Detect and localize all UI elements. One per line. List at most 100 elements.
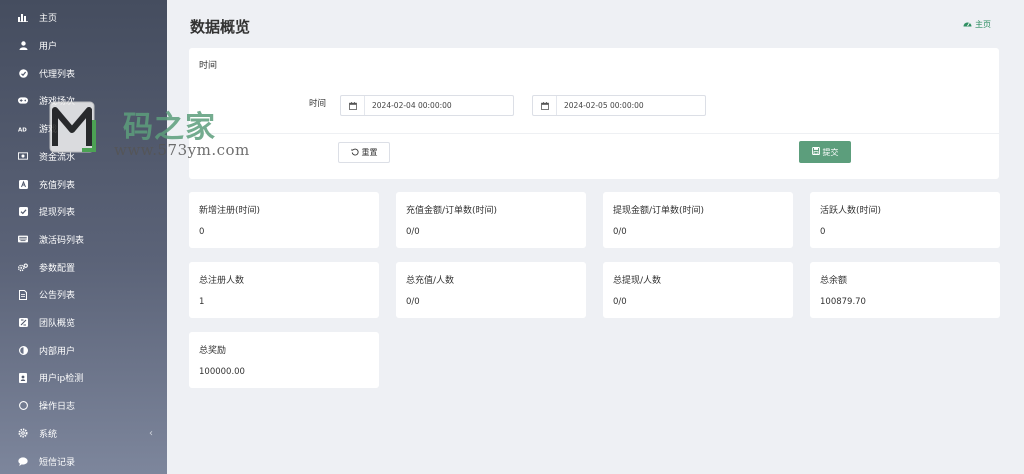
save-icon	[811, 147, 820, 157]
time-label: 时间	[309, 99, 327, 109]
stat-title: 提现金额/订单数(时间)	[613, 206, 705, 216]
dashboard-icon	[963, 20, 972, 29]
sidebar: 主页 用户 代理列表 游戏场次 AD 游戏 资金流水 充值列表 提现列表 激活码…	[0, 0, 167, 474]
calendar-icon	[533, 96, 557, 115]
stat-value: 1	[199, 297, 205, 307]
sidebar-item-user-ip-check[interactable]: 用户ip检测	[0, 364, 167, 392]
sidebar-item-withdraw-list[interactable]: 提现列表	[0, 198, 167, 226]
stat-card-total-withdraw: 总提现/人数 0/0	[603, 262, 793, 318]
bar-chart-icon	[18, 13, 28, 23]
sidebar-item-sms-records[interactable]: 短信记录	[0, 447, 167, 474]
sidebar-item-internal-users[interactable]: 内部用户	[0, 336, 167, 364]
svg-text:AD: AD	[18, 127, 27, 132]
sidebar-item-label: 参数配置	[39, 263, 76, 274]
sidebar-item-label: 主页	[39, 14, 58, 25]
sidebar-item-team-overview[interactable]: 团队概览	[0, 309, 167, 337]
filter-title: 时间	[199, 61, 218, 71]
stat-card-total-recharge: 总充值/人数 0/0	[396, 262, 586, 318]
sidebar-item-users[interactable]: 用户	[0, 32, 167, 60]
stat-title: 活跃人数(时间)	[820, 206, 882, 216]
sidebar-item-announcements[interactable]: 公告列表	[0, 281, 167, 309]
sidebar-item-label: 系统	[39, 429, 58, 440]
stat-value: 0/0	[613, 297, 627, 307]
sidebar-item-label: 激活码列表	[39, 235, 85, 246]
team-icon	[18, 318, 28, 328]
stat-card-total-balance: 总余额 100879.70	[810, 262, 1000, 318]
adjust-icon	[18, 345, 28, 355]
end-date-input[interactable]: 2024-02-05 00:00:00	[532, 95, 706, 116]
gamepad-icon	[18, 96, 28, 106]
sidebar-item-label: 提现列表	[39, 208, 76, 219]
sidebar-item-home[interactable]: 主页	[0, 4, 167, 32]
sidebar-item-label: 资金流水	[39, 152, 76, 163]
circle-icon	[18, 401, 28, 411]
start-date-value: 2024-02-04 00:00:00	[372, 101, 452, 110]
stat-card-withdraw-period: 提现金额/订单数(时间) 0/0	[603, 192, 793, 248]
sidebar-item-label: 公告列表	[39, 291, 76, 302]
sidebar-item-label: 内部用户	[39, 346, 76, 357]
sidebar-item-game-sessions[interactable]: 游戏场次	[0, 87, 167, 115]
gear-icon	[18, 428, 28, 438]
stat-title: 新增注册(时间)	[199, 206, 261, 216]
check-square-icon	[18, 207, 28, 217]
page-title: 数据概览	[190, 18, 251, 36]
stat-card-new-registrations: 新增注册(时间) 0	[189, 192, 379, 248]
stat-value: 0	[199, 227, 205, 237]
undo-icon	[351, 148, 359, 158]
user-icon	[18, 41, 28, 51]
end-date-value: 2024-02-05 00:00:00	[564, 101, 644, 110]
submit-button[interactable]: 提交	[799, 141, 851, 163]
start-date-input[interactable]: 2024-02-04 00:00:00	[340, 95, 514, 116]
sidebar-item-fund-flow[interactable]: 资金流水	[0, 143, 167, 171]
sidebar-item-label: 游戏场次	[39, 97, 76, 108]
stat-value: 100000.00	[199, 367, 245, 377]
address-book-icon	[18, 372, 28, 383]
sidebar-item-label: 用户	[39, 42, 58, 53]
money-icon	[18, 151, 28, 161]
sidebar-item-label: 游戏	[39, 125, 58, 136]
sidebar-item-label: 短信记录	[39, 457, 76, 468]
stat-title: 总注册人数	[199, 276, 245, 286]
main-content: 数据概览 主页 时间 时间 2024-02-04 00:00:00 2024-0…	[167, 0, 1024, 474]
stat-card-total-rewards: 总奖励 100000.00	[189, 332, 379, 388]
sidebar-item-system[interactable]: 系统 ‹	[0, 420, 167, 448]
sidebar-item-label: 用户ip检测	[39, 374, 84, 385]
divider	[189, 133, 999, 134]
filter-card: 时间 时间 2024-02-04 00:00:00 2024-02-05 00:…	[189, 48, 999, 179]
sidebar-item-games[interactable]: AD 游戏	[0, 115, 167, 143]
stat-value: 0/0	[613, 227, 627, 237]
comment-icon	[18, 456, 28, 466]
stat-title: 总提现/人数	[613, 276, 662, 286]
stat-card-total-registrations: 总注册人数 1	[189, 262, 379, 318]
recharge-icon	[18, 179, 28, 189]
stat-value: 100879.70	[820, 297, 866, 307]
sidebar-item-label: 操作日志	[39, 402, 76, 413]
breadcrumb[interactable]: 主页	[963, 19, 991, 30]
chevron-left-icon: ‹	[149, 427, 153, 439]
sidebar-item-parameters[interactable]: 参数配置	[0, 253, 167, 281]
sidebar-item-label: 充值列表	[39, 180, 76, 191]
sidebar-item-recharge-list[interactable]: 充值列表	[0, 170, 167, 198]
stat-title: 总充值/人数	[406, 276, 455, 286]
stat-title: 总余额	[820, 276, 848, 286]
sidebar-item-label: 团队概览	[39, 319, 76, 330]
breadcrumb-home[interactable]: 主页	[975, 19, 991, 30]
stat-card-active-users: 活跃人数(时间) 0	[810, 192, 1000, 248]
cogs-icon	[18, 262, 28, 272]
agent-icon	[18, 68, 28, 78]
stat-card-recharge-period: 充值金额/订单数(时间) 0/0	[396, 192, 586, 248]
sidebar-item-label: 代理列表	[39, 69, 76, 80]
stat-value: 0/0	[406, 297, 420, 307]
sidebar-item-activation-codes[interactable]: 激活码列表	[0, 226, 167, 254]
stat-value: 0/0	[406, 227, 420, 237]
stat-title: 总奖励	[199, 346, 227, 356]
ad-icon: AD	[18, 124, 28, 134]
keyboard-icon	[18, 234, 28, 244]
file-icon	[18, 289, 28, 300]
reset-label: 重置	[361, 148, 378, 157]
sidebar-item-operation-log[interactable]: 操作日志	[0, 392, 167, 420]
sidebar-item-agents[interactable]: 代理列表	[0, 59, 167, 87]
calendar-icon	[341, 96, 365, 115]
stat-value: 0	[820, 227, 826, 237]
reset-button[interactable]: 重置	[338, 142, 390, 163]
